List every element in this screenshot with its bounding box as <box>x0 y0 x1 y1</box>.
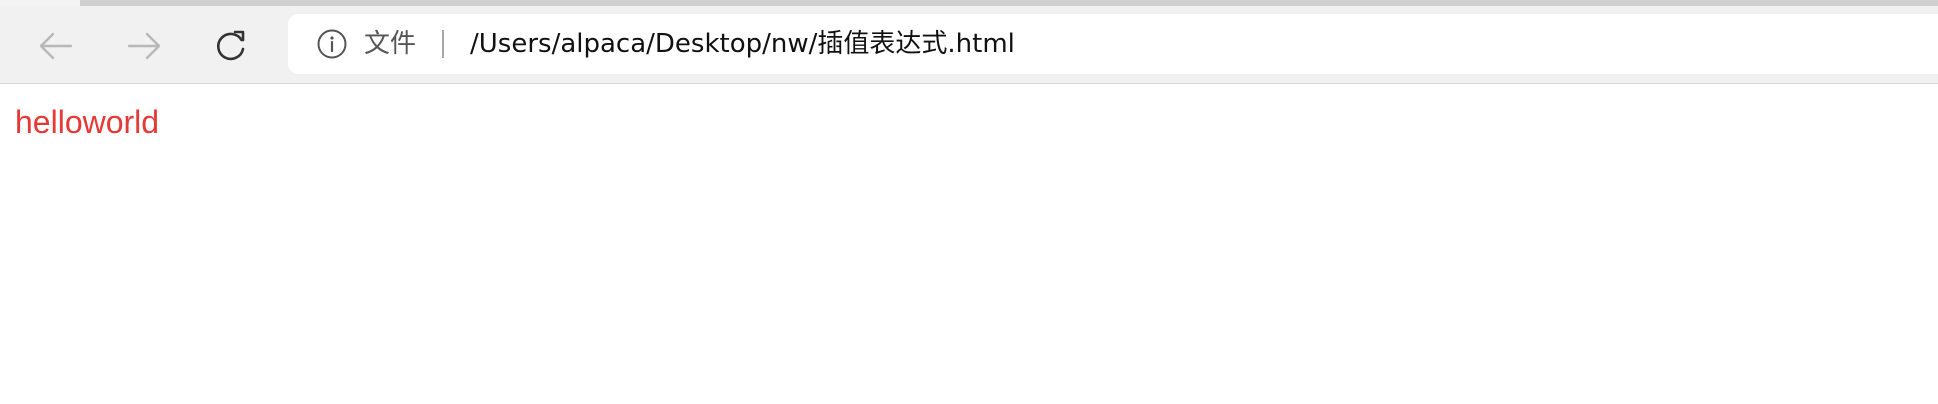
forward-button[interactable] <box>122 24 166 68</box>
arrow-right-icon <box>127 32 161 60</box>
url-text[interactable]: /Users/alpaca/Desktop/nw/插值表达式.html <box>470 28 1015 60</box>
page-text: helloworld <box>15 104 160 140</box>
browser-window: 文件 /Users/alpaca/Desktop/nw/插值表达式.html h… <box>0 0 1938 404</box>
arrow-left-icon <box>39 32 73 60</box>
back-button[interactable] <box>34 24 78 68</box>
page-content: helloworld <box>0 84 1938 404</box>
address-divider <box>442 30 444 58</box>
browser-toolbar: 文件 /Users/alpaca/Desktop/nw/插值表达式.html <box>0 6 1938 84</box>
info-icon[interactable] <box>316 28 348 60</box>
address-bar[interactable]: 文件 /Users/alpaca/Desktop/nw/插值表达式.html <box>288 14 1938 74</box>
scheme-label: 文件 <box>364 29 417 59</box>
reload-button[interactable] <box>209 24 253 68</box>
reload-icon <box>216 30 245 61</box>
